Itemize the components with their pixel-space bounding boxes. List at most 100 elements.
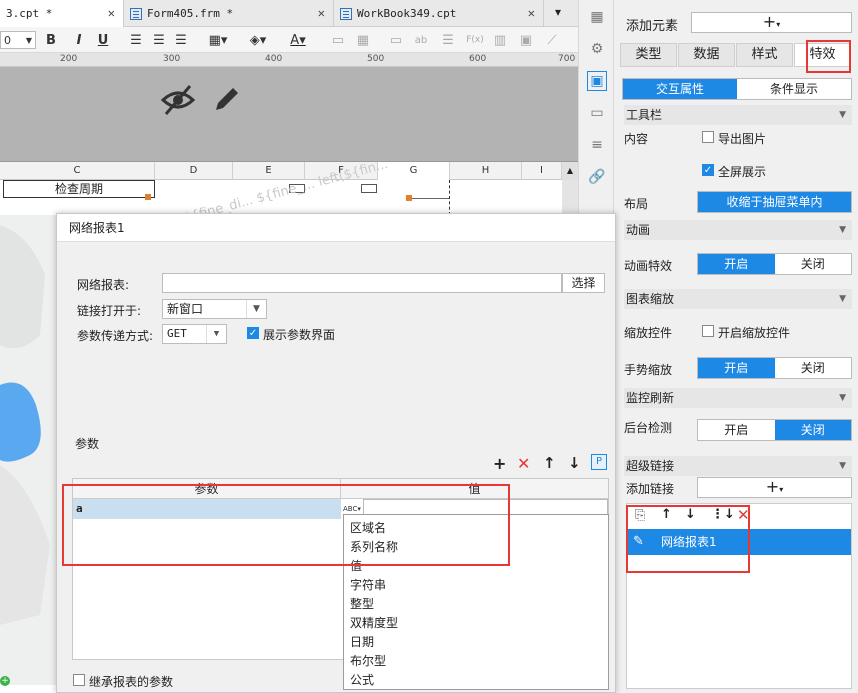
grid-icon: ▦	[356, 32, 370, 48]
enable-zoom-label: 开启缩放控件	[718, 326, 791, 340]
tab-workbook349[interactable]: WorkBook349.cpt ✕	[334, 0, 544, 27]
copy-icon[interactable]: ⎘	[635, 508, 645, 523]
add-sheet-icon[interactable]: +	[0, 676, 10, 686]
layout-select[interactable]: 收缩于抽屉菜单内	[697, 191, 852, 213]
params-section-label: 参数	[75, 437, 100, 451]
inherit-params-checkbox[interactable]	[73, 674, 85, 686]
formula-icon: F(x)	[466, 35, 484, 45]
hyperlink-item[interactable]: ✎ 网络报表1	[627, 529, 851, 555]
effect-subtabs: 交互属性 条件显示	[622, 78, 852, 100]
option-series-name[interactable]: 系列名称	[350, 538, 398, 555]
subtab-interaction[interactable]: 交互属性	[623, 79, 737, 99]
pencil-icon[interactable]: ✎	[633, 529, 651, 555]
param-name-cell[interactable]: a	[73, 499, 341, 519]
sort-icon[interactable]: ⋮↓	[711, 507, 735, 522]
option-integer[interactable]: 整型	[350, 595, 374, 612]
section-monitor-refresh[interactable]: 监控刷新 ▼	[624, 388, 852, 408]
align-right-icon[interactable]: ☰	[173, 31, 189, 49]
add-link-label: 添加链接	[626, 482, 675, 496]
column-c[interactable]: C	[0, 162, 155, 180]
underline-button[interactable]: U	[96, 31, 110, 49]
show-param-ui-label: 展示参数界面	[263, 328, 336, 342]
show-param-ui-checkbox[interactable]: ✓	[247, 327, 259, 339]
open-in-label: 链接打开于:	[77, 304, 142, 318]
subtab-condition[interactable]: 条件显示	[737, 79, 851, 99]
gesture-on-button[interactable]: 开启	[698, 358, 775, 378]
option-string[interactable]: 字符串	[350, 576, 386, 593]
tab-style[interactable]: 样式	[736, 43, 793, 67]
move-down-icon[interactable]: ↓	[685, 507, 696, 522]
open-in-select[interactable]: 新窗口 ▼	[162, 299, 267, 319]
bold-button[interactable]: B	[44, 31, 58, 49]
animation-off-button[interactable]: 关闭	[775, 254, 852, 274]
hyperlink-icon[interactable]: 🔗	[587, 167, 607, 187]
column-i[interactable]: I	[522, 162, 562, 180]
column-d[interactable]: D	[155, 162, 233, 180]
align-left-icon[interactable]: ☰	[128, 31, 144, 49]
hyperlink-dialog: 网络报表1 网络报表: 选择 链接打开于: 新窗口 ▼ 参数传递方式: GET …	[56, 213, 616, 693]
move-param-down-icon[interactable]: ↓	[568, 454, 581, 472]
delete-param-icon[interactable]: ✕	[517, 454, 530, 473]
cell-attr-icon[interactable]: ▣	[587, 71, 607, 91]
column-h[interactable]: H	[450, 162, 522, 180]
widget-settings-icon[interactable]: ⚙	[587, 39, 607, 59]
align-center-icon[interactable]: ☰	[151, 31, 167, 49]
tab-effect[interactable]: 特效	[794, 43, 851, 67]
enable-zoom-checkbox[interactable]	[702, 325, 714, 337]
param-p-icon[interactable]: P	[591, 454, 607, 470]
option-formula[interactable]: 公式	[350, 671, 374, 688]
section-animation[interactable]: 动画 ▼	[624, 220, 852, 240]
section-hyperlink[interactable]: 超级链接 ▼	[624, 456, 852, 476]
close-icon[interactable]: ✕	[318, 6, 325, 20]
tab-menu-icon[interactable]: ▾	[550, 5, 566, 21]
option-date[interactable]: 日期	[350, 633, 374, 650]
column-e[interactable]: E	[233, 162, 305, 180]
add-link-button[interactable]: +▾	[697, 477, 852, 498]
font-size-select[interactable]: 0 ▼	[0, 31, 36, 49]
section-toolbar[interactable]: 工具栏 ▼	[624, 105, 852, 125]
cell-check-cycle[interactable]: 检查周期	[3, 180, 155, 198]
move-up-icon[interactable]: ↑	[661, 507, 672, 522]
cell-marker	[145, 194, 151, 200]
ab-icon: ab	[414, 34, 428, 46]
select-button[interactable]: 选择	[562, 273, 605, 293]
option-value[interactable]: 值	[350, 557, 362, 574]
animation-on-button[interactable]: 开启	[698, 254, 775, 274]
add-element-button[interactable]: +▾	[691, 12, 852, 33]
dropdown-icon[interactable]: ▭	[587, 103, 607, 123]
section-chart-zoom[interactable]: 图表缩放 ▼	[624, 289, 852, 309]
tab-data[interactable]: 数据	[678, 43, 735, 67]
bg-detect-on-button[interactable]: 开启	[698, 420, 775, 440]
border-icon[interactable]: ▦▾	[204, 31, 232, 49]
option-boolean[interactable]: 布尔型	[350, 652, 386, 669]
cell-widget[interactable]	[361, 184, 377, 193]
tab-form405[interactable]: Form405.frm * ✕	[124, 0, 334, 27]
tab-cpt[interactable]: 3.cpt * ✕	[0, 0, 124, 27]
export-image-checkbox[interactable]	[702, 131, 714, 143]
delete-icon[interactable]: ✕	[737, 506, 750, 524]
export-image-label: 导出图片	[718, 132, 767, 146]
edit-pencil-icon[interactable]	[212, 84, 242, 114]
add-param-icon[interactable]: +	[493, 454, 506, 473]
text-color-button[interactable]: A ▾	[284, 31, 312, 49]
close-icon[interactable]: ✕	[528, 6, 535, 20]
gesture-off-button[interactable]: 关闭	[775, 358, 852, 378]
fill-color-icon[interactable]: ◈▾	[244, 31, 272, 49]
move-param-up-icon[interactable]: ↑	[543, 454, 556, 472]
stack-icon[interactable]: ≡	[587, 135, 607, 155]
report-input[interactable]	[162, 273, 562, 293]
ruler-mark: 400	[265, 54, 283, 64]
italic-button[interactable]: I	[72, 31, 86, 49]
option-area-name[interactable]: 区域名	[350, 519, 386, 536]
bg-detect-off-button[interactable]: 关闭	[774, 420, 851, 440]
option-double[interactable]: 双精度型	[350, 614, 398, 631]
fullscreen-checkbox[interactable]: ✓	[702, 164, 714, 176]
hide-eye-icon[interactable]	[160, 83, 196, 117]
tab-type[interactable]: 类型	[620, 43, 677, 67]
layout-icon[interactable]: ▦	[587, 7, 607, 27]
font-size-value: 0	[4, 33, 11, 47]
close-icon[interactable]: ✕	[108, 6, 115, 20]
param-method-select[interactable]: GET ▼	[162, 324, 227, 344]
scroll-up-icon[interactable]: ▲	[562, 162, 578, 180]
hyperlink-item-label: 网络报表1	[661, 535, 717, 549]
